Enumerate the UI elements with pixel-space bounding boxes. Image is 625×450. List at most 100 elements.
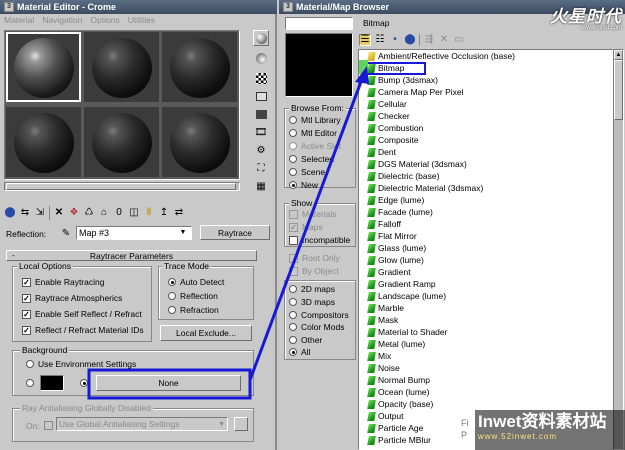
view-large-icons-icon[interactable]: ⬤ <box>404 34 416 46</box>
enable-raytracing-checkbox[interactable]: ✓ Enable Raytracing <box>22 277 104 287</box>
show-map-icon[interactable]: ◫ <box>128 207 140 219</box>
map-list-item[interactable]: Falloff <box>367 218 401 230</box>
browse-mtl-editor-radio[interactable]: Mtl Editor <box>289 128 337 138</box>
rollout-header[interactable]: - Raytracer Parameters <box>6 250 257 261</box>
sample-slot-3[interactable] <box>162 32 237 102</box>
map-list-item[interactable]: Landscape (lume) <box>367 290 446 302</box>
map-radio[interactable] <box>80 379 88 387</box>
get-material-icon[interactable]: ⬤ <box>4 207 16 219</box>
filter-2d-maps-radio[interactable]: 2D maps <box>289 284 335 294</box>
delete-icon[interactable]: ✕ <box>438 34 450 46</box>
background-checker-icon[interactable] <box>253 70 269 86</box>
browser-name-field[interactable] <box>285 17 353 30</box>
map-list-item[interactable]: Combustion <box>367 122 423 134</box>
filter-other-radio[interactable]: Other <box>289 335 322 345</box>
map-list-item[interactable]: Checker <box>367 110 410 122</box>
antialias-on-checkbox[interactable] <box>44 421 53 430</box>
sample-slot-5[interactable] <box>84 107 159 177</box>
reset-map-icon[interactable]: ✕ <box>53 207 65 219</box>
view-list-icons-icon[interactable]: ☷ <box>374 34 386 46</box>
map-list-item[interactable]: Bump (3dsmax) <box>367 74 438 86</box>
refraction-radio[interactable]: Refraction <box>168 305 219 315</box>
map-list-item[interactable]: Flat Mirror <box>367 230 417 242</box>
filter-all-radio[interactable]: All <box>289 347 310 357</box>
reflect-refract-ids-checkbox[interactable]: ✓ Reflect / Refract Material IDs <box>22 325 144 335</box>
clear-library-icon[interactable]: ▭ <box>453 34 465 46</box>
map-list-item[interactable]: Facade (lume) <box>367 206 433 218</box>
map-list-item[interactable]: Dent <box>367 146 396 158</box>
map-list-item[interactable]: Mask <box>367 314 398 326</box>
map-list-item[interactable]: Composite <box>367 134 419 146</box>
backlight-icon[interactable] <box>253 50 269 66</box>
enable-self-reflect-checkbox[interactable]: ✓ Enable Self Reflect / Refract <box>22 309 142 319</box>
map-list-item[interactable]: DGS Material (3dsmax) <box>367 158 467 170</box>
filter-3d-maps-radio[interactable]: 3D maps <box>289 297 335 307</box>
map-list-item[interactable]: Output <box>367 410 404 422</box>
update-scene-icon[interactable]: ⇶ <box>423 34 435 46</box>
scroll-thumb[interactable] <box>614 60 623 120</box>
map-list-item[interactable]: Opacity (base) <box>367 398 433 410</box>
options-icon[interactable]: ⚙ <box>253 142 269 158</box>
map-list-item[interactable]: Gradient Ramp <box>367 278 436 290</box>
map-list-item[interactable]: Particle Age <box>367 422 423 434</box>
slots-scroll-thumb[interactable] <box>6 183 236 190</box>
background-color-swatch[interactable] <box>40 375 64 391</box>
make-preview-icon[interactable]: 🎞 <box>253 124 269 140</box>
map-name-dropdown[interactable]: Map #3 ▼ <box>76 226 192 240</box>
filter-compositors-radio[interactable]: Compositors <box>289 310 349 320</box>
show-incompatible-checkbox[interactable]: Incompatible <box>289 235 350 245</box>
slots-scrollbar[interactable] <box>4 182 240 191</box>
show-materials-checkbox[interactable]: Materials <box>289 209 336 219</box>
assign-material-icon[interactable]: ⇲ <box>34 207 46 219</box>
map-list-item[interactable]: Mix <box>367 350 391 362</box>
editor-title-bar[interactable]: 3 Material Editor - Crome <box>0 0 277 14</box>
map-list-scrollbar[interactable]: ▲ <box>613 49 624 450</box>
reflection-radio[interactable]: Reflection <box>168 291 218 301</box>
sample-slot-2[interactable] <box>84 32 159 102</box>
view-small-icons-icon[interactable]: • <box>389 34 401 46</box>
map-type-button[interactable]: Raytrace <box>200 225 270 240</box>
browse-scene-radio[interactable]: Scene <box>289 167 325 177</box>
map-list-item[interactable]: Particle MBlur <box>367 434 431 446</box>
sample-type-icon[interactable] <box>253 30 269 46</box>
make-unique-icon[interactable]: ♺ <box>83 207 95 219</box>
make-copy-icon[interactable]: ❖ <box>68 207 80 219</box>
sample-slot-1[interactable] <box>6 32 81 102</box>
map-list-item[interactable]: Gradient <box>367 266 411 278</box>
map-list-item[interactable]: Ocean (lume) <box>367 386 430 398</box>
map-list-item[interactable]: Metal (lume) <box>367 338 425 350</box>
browse-active-slot-radio[interactable]: Active Slot <box>289 141 341 151</box>
sample-slot-6[interactable] <box>162 107 237 177</box>
material-navigator-icon[interactable]: ▦ <box>253 178 269 194</box>
menu-utilities[interactable]: Utilities <box>128 14 155 26</box>
raytrace-atmospherics-checkbox[interactable]: ✓ Raytrace Atmospherics <box>22 293 122 303</box>
by-object-checkbox[interactable]: By Object <box>289 266 339 276</box>
material-id-icon[interactable]: 0 <box>113 207 125 219</box>
menu-options[interactable]: Options <box>90 14 119 26</box>
go-to-parent-icon[interactable]: ↥ <box>158 207 170 219</box>
antialias-dropdown[interactable]: Use Global Antialiasing Settings ▼ <box>56 417 228 431</box>
map-list-item[interactable]: Glass (lume) <box>367 242 426 254</box>
put-to-scene-icon[interactable]: ⇆ <box>19 207 31 219</box>
show-maps-checkbox[interactable]: ✓ Maps <box>289 222 323 232</box>
use-env-settings-radio[interactable]: Use Environment Settings <box>26 359 136 369</box>
map-list-item[interactable]: Camera Map Per Pixel <box>367 86 464 98</box>
browse-mtl-library-radio[interactable]: Mtl Library <box>289 115 341 125</box>
browse-new-radio[interactable]: New <box>289 180 318 190</box>
map-list-item[interactable]: Cellular <box>367 98 407 110</box>
auto-detect-radio[interactable]: Auto Detect <box>168 277 224 287</box>
scroll-up-button[interactable]: ▲ <box>614 50 623 60</box>
map-list-item[interactable]: Normal Bump <box>367 374 430 386</box>
map-list-item[interactable]: Ambient/Reflective Occlusion (base) <box>367 50 515 62</box>
video-check-icon[interactable] <box>253 106 269 122</box>
menu-navigation[interactable]: Navigation <box>42 14 82 26</box>
map-list-item[interactable]: Glow (lume) <box>367 254 424 266</box>
map-list-item[interactable]: Dielectric Material (3dsmax) <box>367 182 483 194</box>
map-list-item[interactable]: Noise <box>367 362 400 374</box>
local-exclude-button[interactable]: Local Exclude... <box>160 325 252 341</box>
view-list-icon[interactable]: ☰ <box>359 34 371 46</box>
antialias-settings-button[interactable] <box>234 417 248 431</box>
sample-slot-4[interactable] <box>6 107 81 177</box>
color-radio[interactable] <box>26 379 34 387</box>
map-list-item[interactable]: Edge (lume) <box>367 194 424 206</box>
